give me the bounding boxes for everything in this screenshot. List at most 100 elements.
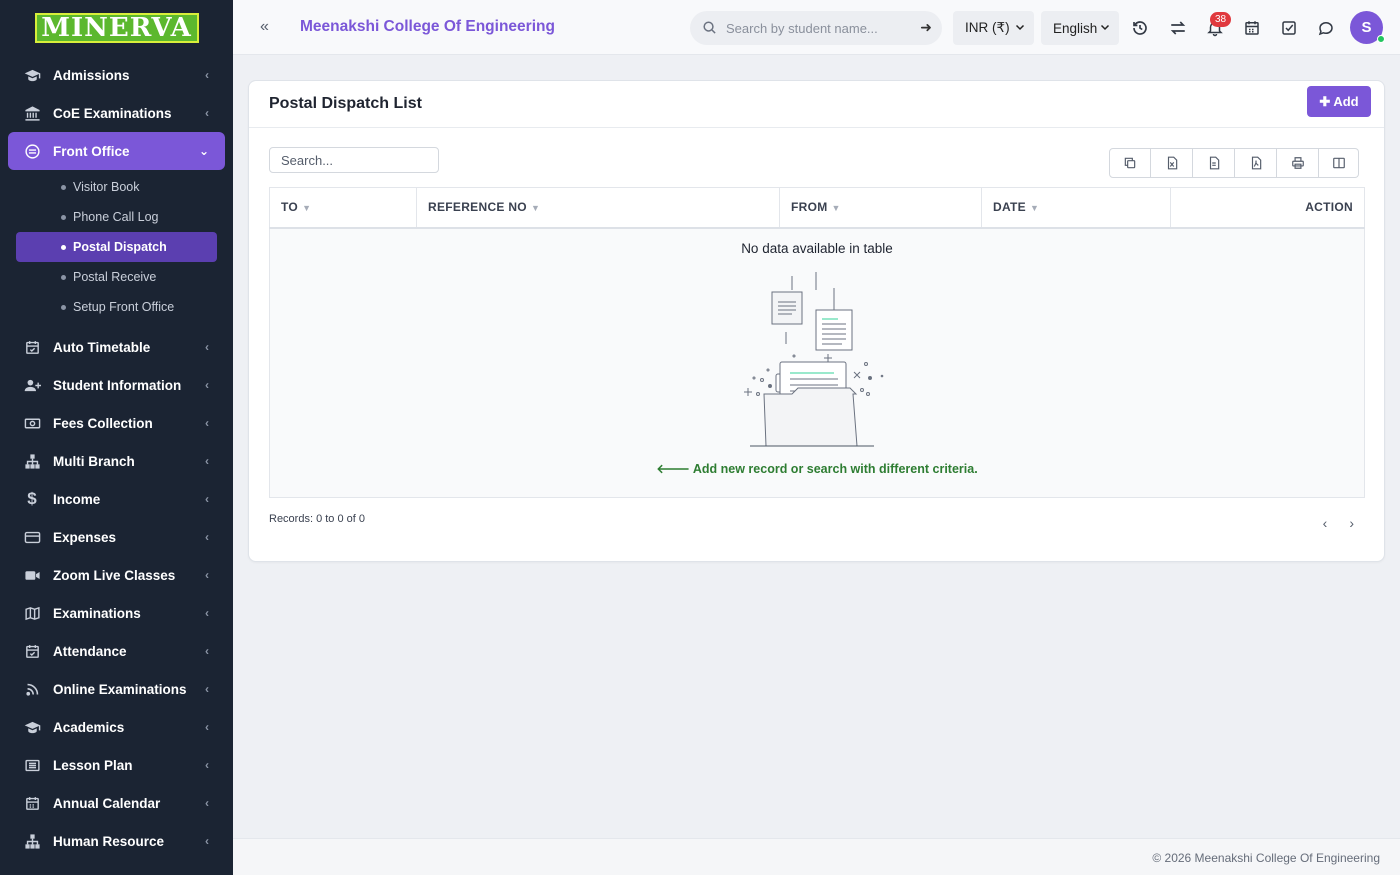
submenu-item-setup-front-office[interactable]: Setup Front Office — [16, 292, 217, 322]
rss-icon — [22, 679, 42, 699]
collapse-sidebar-icon[interactable]: « — [260, 18, 269, 36]
chevron-left-icon: ‹ — [205, 340, 209, 354]
pagination: ‹ › — [1323, 515, 1354, 531]
college-name[interactable]: Meenakshi College Of Engineering — [300, 18, 555, 36]
sidebar-item-label: Lesson Plan — [53, 757, 133, 773]
submenu-item-phone-call-log[interactable]: Phone Call Log — [16, 202, 217, 232]
chevron-left-icon: ‹ — [205, 530, 209, 544]
sitemap-icon — [22, 451, 42, 471]
sidebar-item-expenses[interactable]: Expenses ‹ — [0, 518, 233, 556]
submenu-item-postal-dispatch[interactable]: Postal Dispatch — [16, 232, 217, 262]
copy-button[interactable] — [1109, 148, 1151, 178]
column-header-to[interactable]: TO ▼ — [269, 187, 417, 229]
submenu-item-postal-receive[interactable]: Postal Receive — [16, 262, 217, 292]
sort-icon: ▼ — [1029, 203, 1040, 214]
sidebar-item-label: Front Office — [53, 143, 130, 159]
column-header-label: REFERENCE NO — [428, 200, 527, 215]
sidebar-item-examinations[interactable]: Examinations ‹ — [0, 594, 233, 632]
sidebar-item-multi-branch[interactable]: Multi Branch ‹ — [0, 442, 233, 480]
switch-icon[interactable] — [1167, 17, 1189, 39]
empty-hint: 🡐 Add new record or search with differen… — [270, 462, 1364, 477]
graduation-cap-icon — [22, 717, 42, 737]
page-title: Postal Dispatch List — [269, 95, 422, 112]
calendar-icon[interactable] — [1241, 17, 1263, 39]
card-header: Postal Dispatch List ✚ Add — [249, 81, 1384, 128]
add-button[interactable]: ✚ Add — [1307, 86, 1371, 117]
front-office-submenu: Visitor Book Phone Call Log Postal Dispa… — [0, 170, 233, 328]
sidebar-item-online-examinations[interactable]: Online Examinations ‹ — [0, 670, 233, 708]
dollar-icon: $ — [27, 489, 37, 508]
sidebar-item-academics[interactable]: Academics ‹ — [0, 708, 233, 746]
table-search-input[interactable] — [269, 147, 439, 173]
empty-text: No data available in table — [741, 240, 893, 256]
records-info: Records: 0 to 0 of 0 — [269, 513, 365, 525]
footer: © 2026 Meenakshi College Of Engineering — [233, 838, 1400, 875]
chevron-down-icon — [1014, 21, 1026, 36]
excel-export-button[interactable] — [1151, 148, 1193, 178]
history-icon[interactable] — [1129, 17, 1151, 39]
column-header-action: ACTION — [1170, 187, 1365, 229]
logo[interactable]: MINERVA — [34, 13, 199, 43]
sidebar-item-label: Auto Timetable — [53, 339, 151, 355]
calendar-check-icon — [22, 337, 42, 357]
sidebar-item-label: Expenses — [53, 529, 117, 545]
chevron-left-icon: ‹ — [205, 796, 209, 810]
column-header-date[interactable]: DATE ▼ — [981, 187, 1171, 229]
video-icon — [22, 565, 42, 585]
logo-wrap: MINERVA — [0, 0, 233, 56]
sidebar-item-student-information[interactable]: Student Information ‹ — [0, 366, 233, 404]
student-search-input[interactable] — [726, 18, 906, 38]
sidebar-item-auto-timetable[interactable]: Auto Timetable ‹ — [0, 328, 233, 366]
chevron-down-icon: ⌄ — [198, 144, 209, 158]
sidebar-item-admissions[interactable]: Admissions ‹ — [0, 56, 233, 94]
sidebar-item-label: Online Examinations — [53, 681, 187, 697]
csv-export-button[interactable] — [1193, 148, 1235, 178]
sidebar-nav: Admissions ‹ CoE Examinations ‹ Front Of… — [0, 56, 233, 860]
pdf-export-button[interactable] — [1235, 148, 1277, 178]
empty-hint-text: Add new record or search with different … — [692, 461, 978, 476]
sidebar-item-attendance[interactable]: Attendance ‹ — [0, 632, 233, 670]
column-header-reference-no[interactable]: REFERENCE NO ▼ — [416, 187, 780, 229]
column-header-from[interactable]: FROM ▼ — [779, 187, 982, 229]
top-header: « Meenakshi College Of Engineering ➜ INR… — [233, 0, 1400, 55]
chevron-left-icon: ‹ — [205, 606, 209, 620]
next-page-button[interactable]: › — [1349, 515, 1354, 531]
previous-page-button[interactable]: ‹ — [1323, 515, 1328, 531]
language-value: English — [1053, 20, 1098, 36]
sidebar-item-annual-calendar[interactable]: Annual Calendar ‹ — [0, 784, 233, 822]
map-icon — [22, 603, 42, 623]
language-select[interactable]: English — [1041, 11, 1119, 45]
postal-dispatch-card: Postal Dispatch List ✚ Add TO▼ REFERENCE… — [248, 80, 1385, 562]
chevron-left-icon: ‹ — [205, 568, 209, 582]
sidebar-item-coe-examinations[interactable]: CoE Examinations ‹ — [0, 94, 233, 132]
column-visibility-button[interactable] — [1319, 148, 1359, 178]
table-header-row: TO ▼ REFERENCE NO ▼ FROM ▼ DATE ▼ ACTION — [269, 187, 1365, 229]
chevron-left-icon: ‹ — [205, 644, 209, 658]
print-button[interactable] — [1277, 148, 1319, 178]
chevron-left-icon: ‹ — [205, 682, 209, 696]
sidebar-item-label: Examinations — [53, 605, 141, 621]
copyright-text: © 2026 Meenakshi College Of Engineering — [1152, 851, 1380, 865]
chevron-left-icon: ‹ — [205, 720, 209, 734]
sidebar-item-label: Human Resource — [53, 833, 165, 849]
sidebar-item-income[interactable]: $ Income ‹ — [0, 480, 233, 518]
bank-icon — [22, 103, 42, 123]
chevron-down-icon — [1099, 21, 1111, 36]
chevron-left-icon: ‹ — [205, 416, 209, 430]
chevron-left-icon: ‹ — [205, 492, 209, 506]
chevron-left-icon: ‹ — [205, 758, 209, 772]
empty-state: No data available in table 🡐 Add new rec… — [269, 227, 1365, 498]
submenu-item-visitor-book[interactable]: Visitor Book — [16, 172, 217, 202]
sidebar-item-zoom-live-classes[interactable]: Zoom Live Classes ‹ — [0, 556, 233, 594]
column-header-label: FROM — [791, 200, 828, 215]
sidebar-item-lesson-plan[interactable]: Lesson Plan ‹ — [0, 746, 233, 784]
credit-card-icon — [22, 527, 42, 547]
sidebar-item-fees-collection[interactable]: Fees Collection ‹ — [0, 404, 233, 442]
currency-select[interactable]: INR (₹) — [953, 11, 1034, 45]
arrow-right-icon[interactable]: ➜ — [920, 19, 932, 36]
chevron-left-icon: ‹ — [205, 68, 209, 82]
sidebar-item-human-resource[interactable]: Human Resource ‹ — [0, 822, 233, 860]
chat-icon[interactable] — [1315, 17, 1337, 39]
task-check-icon[interactable] — [1278, 17, 1300, 39]
sidebar-item-front-office[interactable]: Front Office ⌄ — [8, 132, 225, 170]
